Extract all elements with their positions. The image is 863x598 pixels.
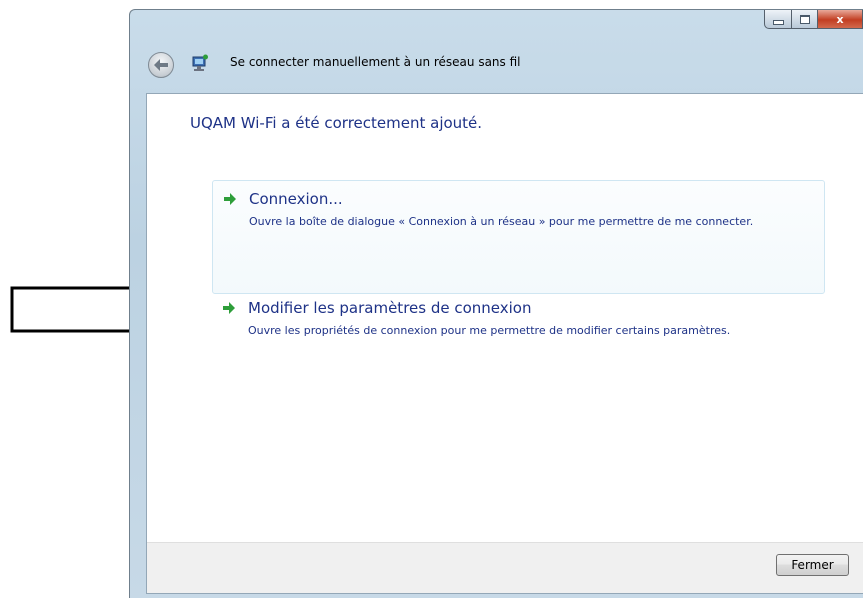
minimize-icon [772, 19, 784, 25]
close-button[interactable]: Fermer [776, 554, 849, 576]
maximize-icon [799, 14, 810, 24]
dialog-window: x Se connecter manuellement à un réseau … [129, 9, 863, 598]
green-arrow-icon [224, 193, 236, 205]
option-connect[interactable]: Connexion... Ouvre la boîte de dialogue … [212, 180, 825, 294]
close-icon: x [836, 12, 844, 26]
caption-buttons: x [764, 10, 863, 31]
maximize-button[interactable] [792, 10, 818, 29]
back-button[interactable] [148, 52, 174, 78]
content-panel: UQAM Wi-Fi a été correctement ajouté. Co… [146, 93, 863, 594]
window-title: Se connecter manuellement à un réseau sa… [230, 55, 521, 69]
option-connect-title: Connexion... [249, 190, 343, 208]
wireless-network-icon [192, 54, 208, 71]
button-bar: Fermer [147, 542, 863, 593]
minimize-button[interactable] [764, 10, 792, 29]
option-change-settings-title: Modifier les paramètres de connexion [248, 299, 532, 317]
back-arrow-icon [154, 59, 168, 71]
page-heading: UQAM Wi-Fi a été correctement ajouté. [190, 114, 483, 132]
option-change-settings[interactable]: Modifier les paramètres de connexion Ouv… [212, 290, 825, 350]
option-connect-description: Ouvre la boîte de dialogue « Connexion à… [249, 215, 754, 228]
green-arrow-icon [223, 302, 235, 314]
option-change-settings-description: Ouvre les propriétés de connexion pour m… [248, 324, 731, 337]
close-window-button[interactable]: x [818, 10, 863, 29]
